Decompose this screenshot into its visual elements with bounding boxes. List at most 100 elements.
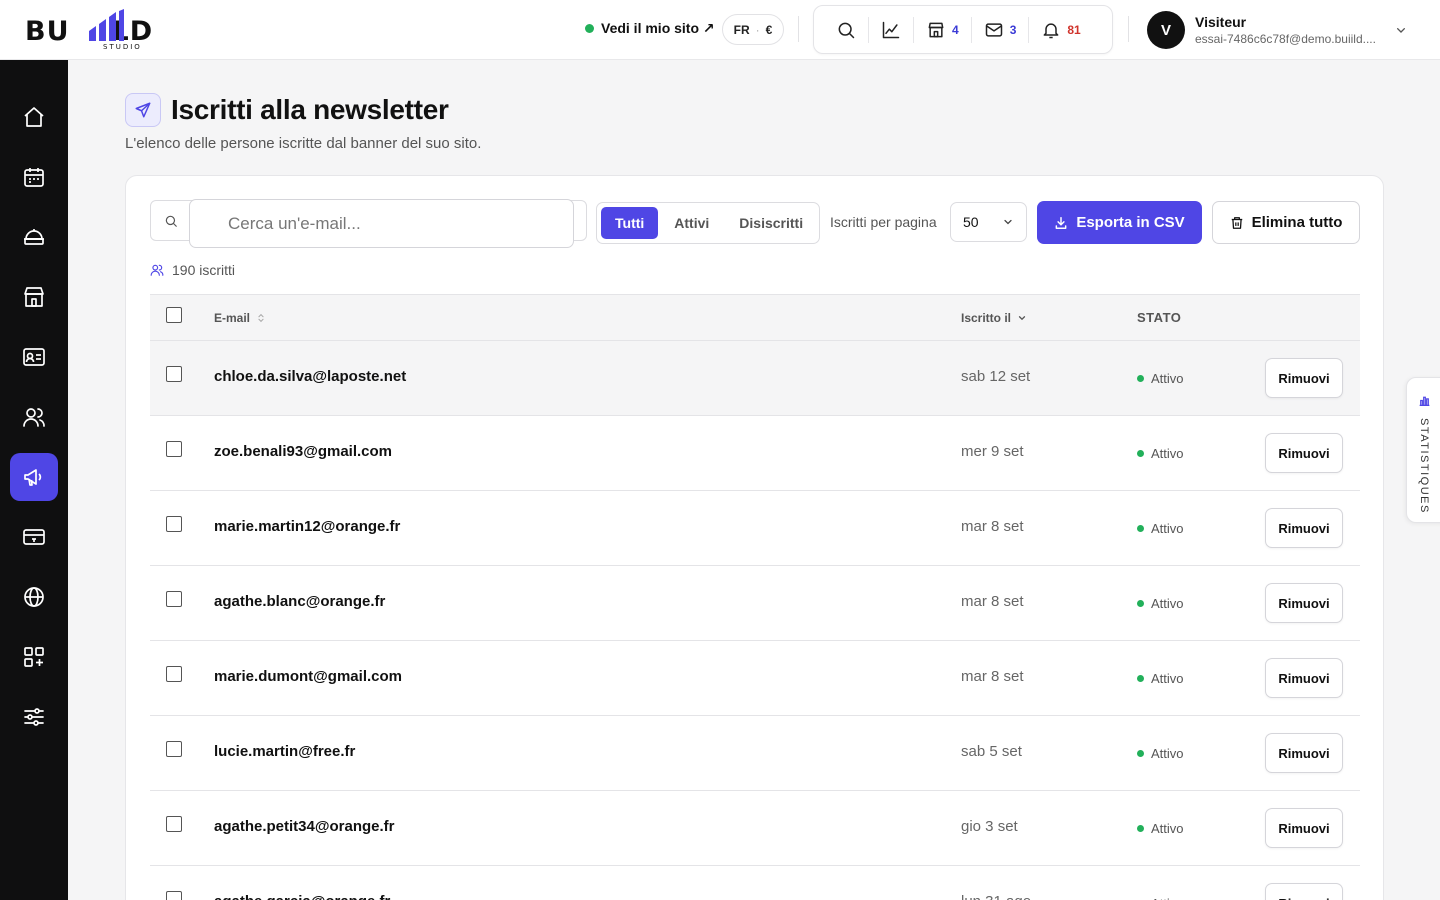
status-dot [1137,750,1144,757]
status-badge: Attivo [1137,446,1184,461]
subscriber-email: lucie.martin@free.fr [214,743,356,760]
subscription-date: mer 9 set [961,443,1024,460]
analytics-button[interactable] [869,16,914,43]
chevron-down-icon [1004,219,1012,225]
remove-button[interactable]: Rimuovi [1265,508,1343,548]
table-row: zoe.benali93@gmail.com mer 9 set Attivo Rim… [150,416,1360,491]
sidebar-item-apps[interactable] [10,633,58,681]
search-icon [151,201,191,240]
sidebar-item-store[interactable] [10,273,58,321]
subscriber-email: chloe.da.silva@laposte.net [214,368,407,385]
shop-orders-button[interactable]: 4 [914,16,972,43]
brand-logo[interactable]: BU LD STUDIO [25,8,185,52]
language-currency-selector[interactable]: FR · € [722,14,784,45]
sidebar-item-menu[interactable] [10,213,58,261]
statistics-tab[interactable]: STATISTIQUES [1406,377,1440,523]
chevron-down-icon[interactable] [1393,22,1409,38]
per-page-label: Iscritti per pagina [830,214,937,230]
subscription-date: sab 12 set [961,368,1031,385]
row-checkbox[interactable] [166,516,182,532]
status-badge: Attivo [1137,371,1184,386]
chevron-down-icon [1018,316,1026,321]
status-filter: Tutti Attivi Disiscritti [596,202,820,244]
sidebar-item-marketing[interactable] [10,453,58,501]
column-date-header[interactable]: Iscritto il [961,311,1027,325]
status-badge: Attivo [1137,671,1184,686]
row-checkbox[interactable] [166,441,182,457]
search-button[interactable] [824,16,869,43]
remove-button[interactable]: Rimuovi [1265,583,1343,623]
subscriber-email: marie.martin12@orange.fr [214,518,401,535]
users-icon [23,408,45,427]
row-checkbox[interactable] [166,891,182,900]
user-menu[interactable]: V Visiteur essai-7486c6c78f@demo.buiild.… [1147,11,1385,49]
search-input[interactable] [189,199,574,248]
row-checkbox[interactable] [166,741,182,757]
subscription-date: sab 5 set [961,743,1022,760]
remove-button[interactable]: Rimuovi [1265,658,1343,698]
filter-unsubscribed[interactable]: Disiscritti [725,207,817,239]
calendar-icon [24,168,44,187]
store-icon [928,22,944,37]
subscribers-table: E-mail Iscritto il STATO chloe.da.silva@… [150,294,1360,900]
store-icon [24,287,44,307]
search-box [150,199,587,248]
status-dot [1137,825,1144,832]
divider [798,16,799,42]
remove-button[interactable]: Rimuovi [1265,883,1343,900]
remove-button[interactable]: Rimuovi [1265,808,1343,848]
filter-all[interactable]: Tutti [601,207,659,239]
paper-plane-icon [125,93,161,127]
user-info: Visiteur essai-7486c6c78f@demo.buiild...… [1195,14,1385,46]
home-icon [24,107,44,127]
status-badge: Attivo [1137,896,1184,900]
per-page-value: 50 [963,214,979,230]
table-row: chloe.da.silva@laposte.net sab 12 set Atti… [150,341,1360,416]
row-checkbox[interactable] [166,591,182,607]
sidebar-item-customers[interactable] [10,393,58,441]
online-status-dot [585,24,594,33]
sidebar-item-calendar[interactable] [10,153,58,201]
language-code: FR [733,22,750,37]
trash-icon [1231,216,1242,229]
sidebar-item-settings[interactable] [10,693,58,741]
column-email-header[interactable]: E-mail [214,311,266,325]
subscriber-email: agathe.blanc@orange.fr [214,593,386,610]
status-dot [1137,450,1144,457]
user-name: Visiteur [1195,14,1247,30]
row-checkbox[interactable] [166,816,182,832]
separator-dot: · [755,22,760,37]
row-checkbox[interactable] [166,666,182,682]
users-icon [150,264,164,276]
remove-button[interactable]: Rimuovi [1265,733,1343,773]
sidebar-item-contacts[interactable] [10,333,58,381]
per-page-select[interactable]: 50 [950,202,1027,242]
delete-all-button[interactable]: Elimina tutto [1212,201,1360,244]
sidebar-item-home[interactable] [10,93,58,141]
filter-active[interactable]: Attivi [660,207,723,239]
logo-bars-icon [89,9,124,41]
view-site-label: Vedi il mio sito ↗ [601,20,715,36]
select-all-checkbox[interactable] [166,307,182,323]
status-label: Attivo [1151,371,1184,386]
download-icon [1055,216,1067,229]
credit-card-icon [23,529,45,545]
view-site-link[interactable]: Vedi il mio sito ↗ [585,20,715,37]
subscriber-email: marie.dumont@gmail.com [214,668,402,685]
status-dot [1137,375,1144,382]
remove-button[interactable]: Rimuovi [1265,358,1343,398]
status-label: Attivo [1151,821,1184,836]
sidebar-item-billing[interactable] [10,513,58,561]
notifications-button[interactable]: 81 [1029,17,1092,43]
row-checkbox[interactable] [166,366,182,382]
export-csv-button[interactable]: Esporta in CSV [1037,201,1202,244]
apps-add-icon [24,647,44,667]
subscribers-card: Tutti Attivi Disiscritti Iscritti per pa… [125,175,1384,900]
sidebar-item-website[interactable] [10,573,58,621]
column-status-label: STATO [1137,310,1182,325]
messages-button[interactable]: 3 [972,16,1030,43]
status-badge: Attivo [1137,821,1184,836]
remove-button[interactable]: Rimuovi [1265,433,1343,473]
mail-icon [985,22,1002,37]
table-row: marie.dumont@gmail.com mar 8 set Attivo Rim… [150,641,1360,716]
